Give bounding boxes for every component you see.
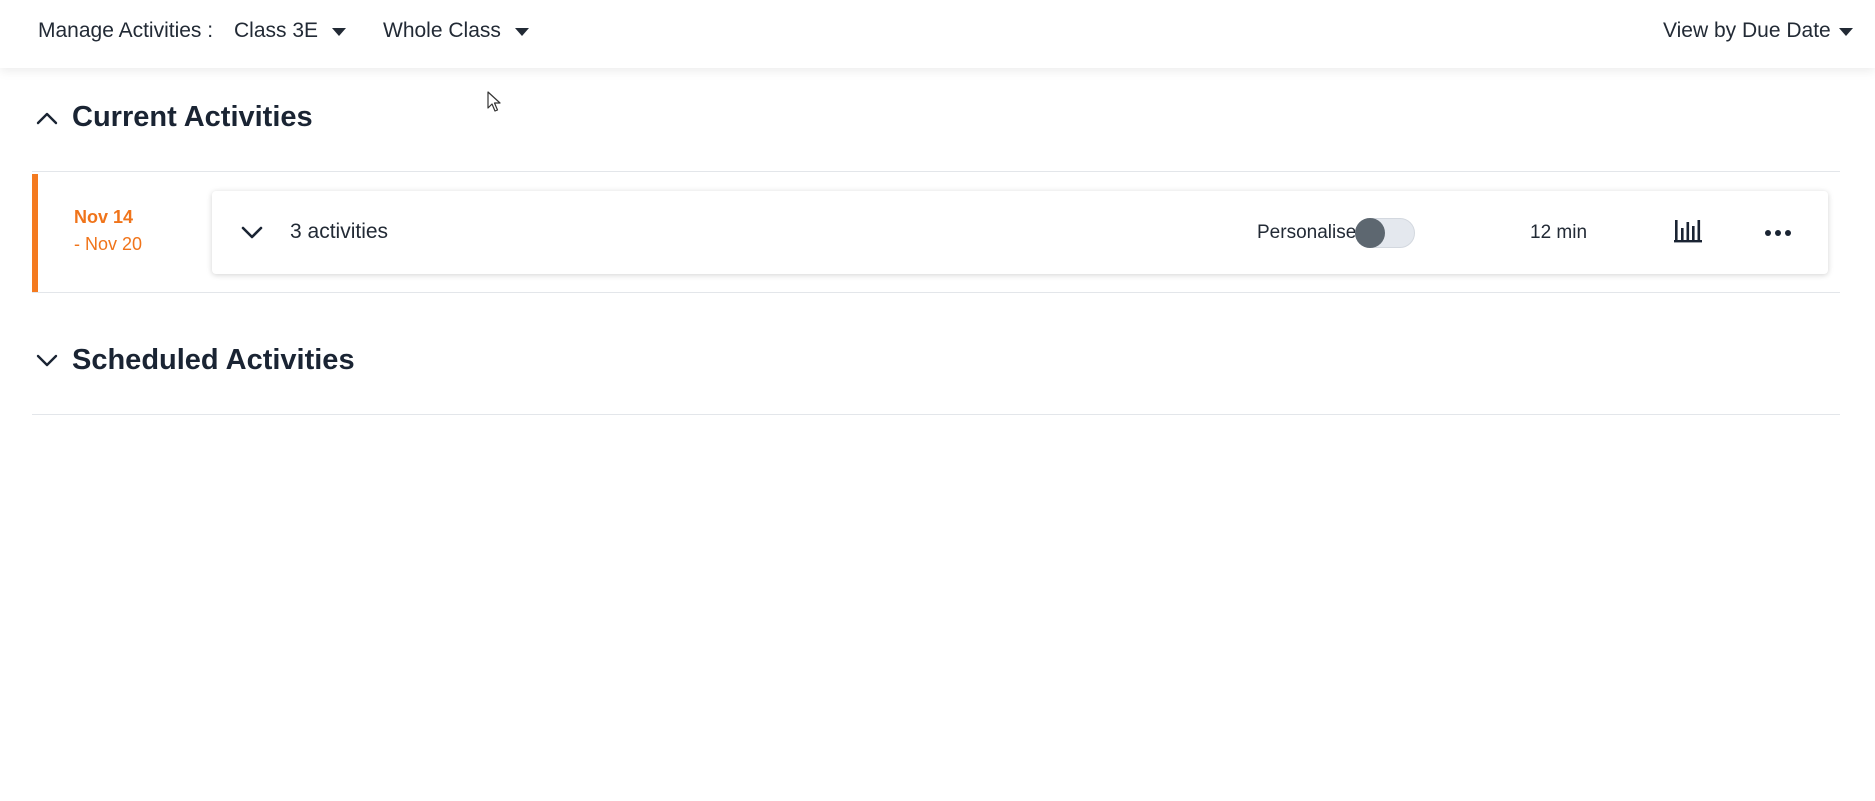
current-accent-bar	[32, 174, 38, 292]
chevron-up-icon[interactable]	[32, 103, 62, 133]
date-start: Nov 14	[74, 207, 134, 227]
mouse-cursor-icon	[487, 91, 503, 113]
current-activities-title: Current Activities	[72, 101, 313, 133]
bar-chart-icon[interactable]	[1672, 216, 1706, 248]
group-select[interactable]: Whole Class	[383, 19, 529, 43]
divider	[32, 292, 1840, 293]
toggle-knob	[1355, 218, 1385, 248]
activity-count: 3 activities	[290, 220, 389, 243]
activity-group-row: Nov 14 - Nov 20 3 activities Personalise…	[32, 174, 1840, 292]
activity-duration: 12 min	[1530, 222, 1588, 243]
personalise-label: Personalise	[1257, 222, 1357, 243]
manage-activities-label: Manage Activities :	[38, 19, 214, 42]
current-activities-header[interactable]: Current Activities	[32, 101, 313, 134]
class-select-value: Class 3E	[234, 19, 319, 42]
chevron-down-icon[interactable]	[236, 217, 268, 249]
class-select[interactable]: Class 3E	[234, 19, 347, 43]
chevron-down-icon[interactable]	[32, 346, 62, 376]
activity-group-card: 3 activities Personalise 12 min	[212, 191, 1828, 274]
more-horizontal-icon[interactable]	[1762, 218, 1796, 248]
top-bar: Manage Activities : Class 3E Whole Class…	[0, 0, 1875, 68]
date-end: - Nov 20	[74, 234, 143, 254]
personalise-toggle[interactable]	[1355, 218, 1415, 248]
caret-down-icon	[514, 28, 529, 36]
caret-down-icon	[332, 28, 347, 36]
scheduled-activities-title: Scheduled Activities	[72, 344, 355, 376]
caret-down-icon	[1838, 28, 1853, 36]
group-select-value: Whole Class	[383, 19, 501, 42]
view-select[interactable]: View by Due Date	[1663, 19, 1853, 43]
divider	[32, 414, 1840, 415]
view-select-value: View by Due Date	[1663, 19, 1831, 42]
scheduled-activities-header[interactable]: Scheduled Activities	[32, 344, 355, 377]
divider	[32, 171, 1840, 172]
